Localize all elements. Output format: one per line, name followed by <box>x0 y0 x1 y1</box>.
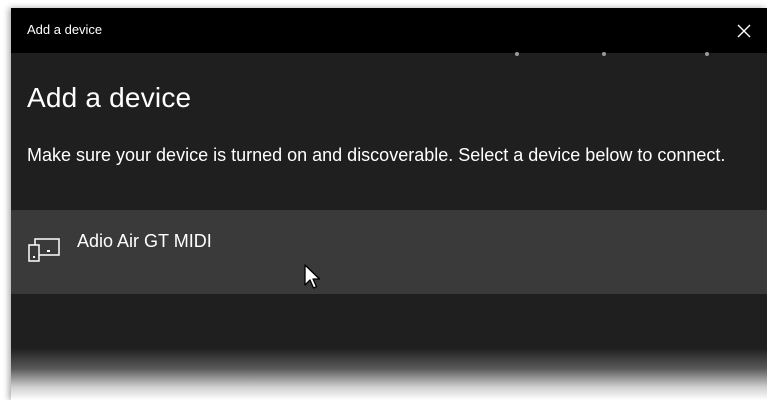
device-list-item[interactable]: Adio Air GT MIDI <box>11 210 767 294</box>
title-bar: Add a device <box>11 8 767 53</box>
mouse-pointer-icon <box>304 264 321 289</box>
screen: Add a device Add a device Make sure your… <box>0 0 767 400</box>
device-icon <box>28 238 60 262</box>
progress-dot <box>602 52 606 56</box>
bottom-fade <box>11 348 767 400</box>
page-heading: Add a device <box>27 82 192 113</box>
close-button[interactable] <box>721 8 767 53</box>
window-title: Add a device <box>27 22 103 37</box>
progress-dot <box>515 52 519 56</box>
instructions-text: Make sure your device is turned on and d… <box>27 145 726 165</box>
progress-dot <box>705 52 709 56</box>
add-device-dialog: Add a device Add a device Make sure your… <box>11 8 767 400</box>
progress-indicator <box>11 52 767 58</box>
close-icon <box>737 24 751 37</box>
device-name: Adio Air GT MIDI <box>77 231 212 251</box>
